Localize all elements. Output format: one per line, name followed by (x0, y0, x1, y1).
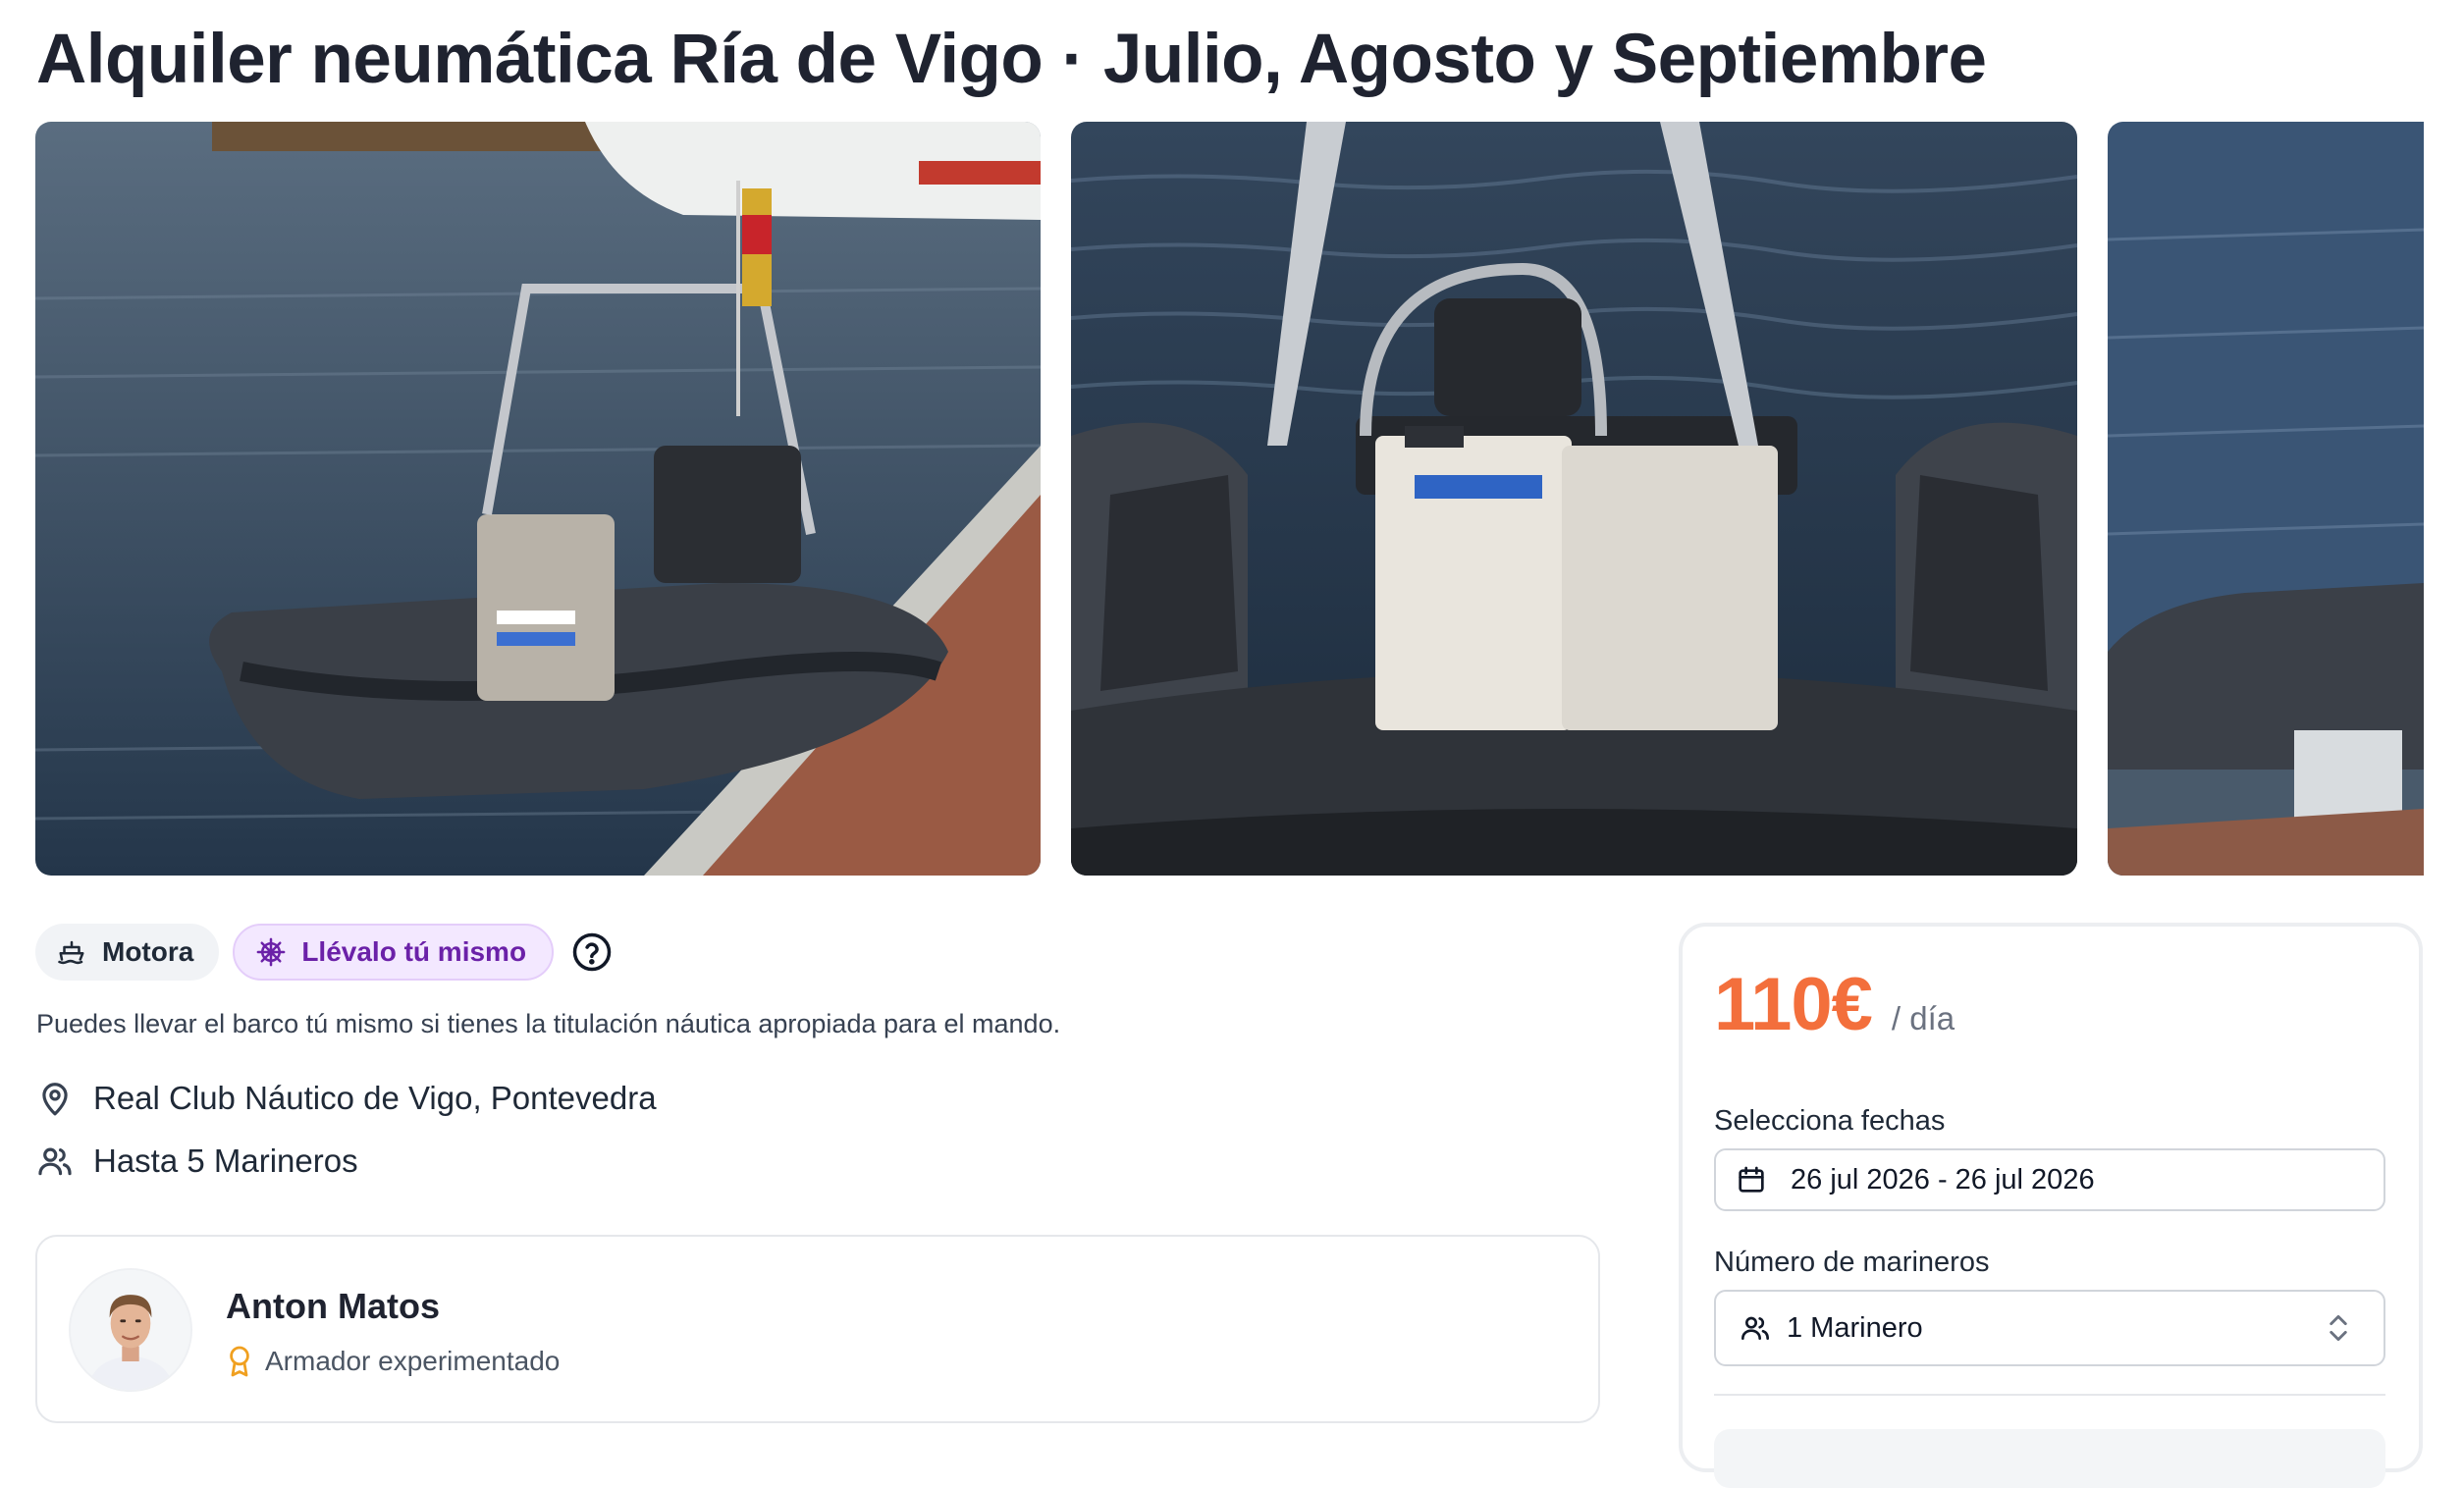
award-icon (230, 1346, 249, 1377)
location-row: Real Club Náutico de Vigo, Pontevedra (36, 1080, 657, 1117)
price-amount: 110€ (1714, 963, 1873, 1046)
users-icon (1741, 1316, 1769, 1340)
boat-photo-2[interactable] (1071, 122, 2077, 876)
listing-title: Alquiler neumática Ría de Vigo · Julio, … (36, 21, 1987, 98)
tag-motora-label: Motora (102, 936, 194, 967)
boat-photo-3[interactable] (2108, 122, 2424, 876)
tag-self-drive-label: Llévalo tú mismo (301, 936, 527, 967)
tag-motora[interactable]: Motora (35, 924, 220, 981)
crew-select[interactable]: 1 Marinero (1714, 1290, 2385, 1366)
tag-self-drive[interactable]: Llévalo tú mismo (233, 924, 555, 981)
calendar-icon (1739, 1166, 1764, 1193)
map-pin-icon (42, 1083, 68, 1116)
price-unit: / día (1891, 1000, 1955, 1036)
ship-icon (58, 940, 84, 965)
crew-select-value: 1 Marinero (1787, 1311, 1923, 1344)
host-badge-text: Armador experimentado (265, 1346, 561, 1376)
chevron-updown-icon (2330, 1314, 2347, 1342)
price-row: 110€ / día (1714, 962, 1955, 1047)
host-name[interactable]: Anton Matos (226, 1286, 440, 1327)
host-card[interactable]: Anton Matos Armador experimentado (35, 1235, 1600, 1423)
date-range-value: 26 jul 2026 - 26 jul 2026 (1791, 1163, 2095, 1196)
panel-divider (1714, 1394, 2385, 1396)
helm-wheel-icon (256, 937, 286, 967)
host-badge: Armador experimentado (226, 1345, 560, 1378)
location-text: Real Club Náutico de Vigo, Pontevedra (93, 1080, 657, 1116)
panel-next-section (1714, 1429, 2385, 1488)
dates-label: Selecciona fechas (1714, 1105, 1946, 1137)
capacity-text: Hasta 5 Marineros (93, 1143, 358, 1179)
question-circle-icon[interactable] (571, 931, 613, 973)
users-icon (38, 1147, 72, 1176)
capacity-row: Hasta 5 Marineros (36, 1143, 358, 1180)
booking-panel: 110€ / día Selecciona fechas 26 jul 2026… (1679, 923, 2423, 1488)
crew-label: Número de marineros (1714, 1247, 1990, 1278)
host-avatar[interactable] (69, 1268, 192, 1392)
photo-gallery (0, 122, 2464, 876)
boat-photo-1[interactable] (35, 122, 1041, 876)
boat-tags: Motora Llévalo tú mismo (35, 923, 613, 982)
date-range-field[interactable]: 26 jul 2026 - 26 jul 2026 (1714, 1148, 2385, 1211)
self-drive-description: Puedes llevar el barco tú mismo si tiene… (36, 1009, 1061, 1038)
